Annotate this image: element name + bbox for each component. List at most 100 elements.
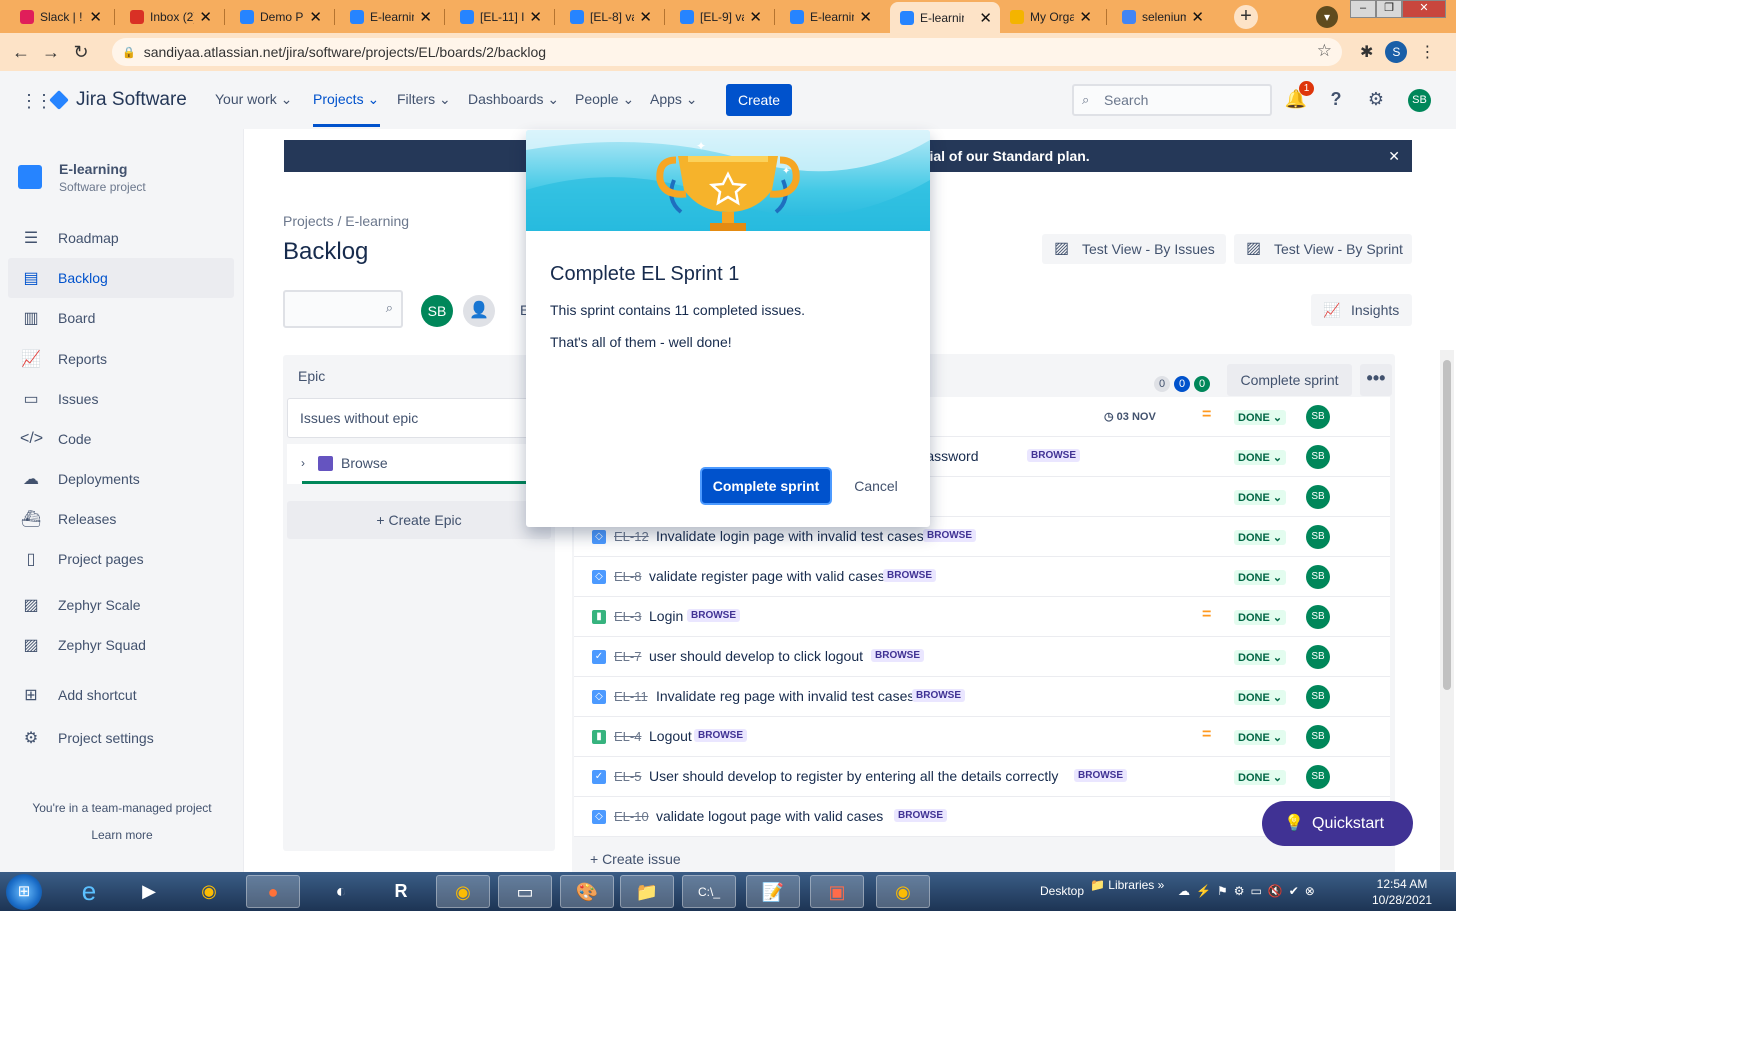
internet-explorer-icon[interactable]: e (62, 875, 116, 908)
nav-people[interactable]: People ⌄ (575, 91, 634, 108)
eclipse-icon[interactable]: ◐ (314, 875, 368, 908)
browser-tab[interactable]: Demo Pr ✕ (230, 3, 330, 31)
nav-filters[interactable]: Filters ⌄ (397, 91, 451, 108)
tab-favicon-icon (20, 10, 34, 24)
tab-separator (1106, 9, 1107, 25)
remote-desktop-icon[interactable]: ▭ (498, 875, 552, 908)
lock-icon: 🔒 (122, 46, 136, 59)
tab-favicon-icon (1122, 10, 1136, 24)
tab-close-icon[interactable]: ✕ (419, 8, 432, 26)
settings-gear-icon[interactable]: ⚙ (1364, 87, 1388, 111)
back-arrow-icon[interactable]: ← (6, 42, 36, 63)
browser-tab[interactable]: E-learnin ✕ (780, 3, 880, 31)
browser-tab[interactable]: [EL-9] va ✕ (670, 3, 770, 31)
tab-favicon-icon (570, 10, 584, 24)
tab-close-icon[interactable]: ✕ (199, 8, 212, 26)
browser-tab[interactable]: selenium ✕ (1112, 3, 1212, 31)
notepad-icon[interactable]: 📝 (746, 875, 800, 908)
tab-title: E-learnin (370, 10, 414, 24)
tab-close-icon[interactable]: ✕ (639, 8, 652, 26)
browser-tab[interactable]: [EL-11] I ✕ (450, 3, 550, 31)
r-language-icon[interactable]: R (374, 875, 428, 908)
new-tab-button[interactable]: + (1234, 5, 1258, 29)
active-nav-underline (313, 124, 380, 127)
minimize-icon[interactable]: – (1350, 0, 1376, 18)
chrome-profile-icon[interactable]: ◉ (436, 875, 490, 908)
tab-close-icon[interactable]: ✕ (1079, 8, 1092, 26)
reload-icon[interactable]: ↻ (66, 42, 96, 63)
browser-tab[interactable]: Inbox (2) ✕ (120, 3, 220, 31)
tab-separator (774, 9, 775, 25)
dialog-title: Complete EL Sprint 1 (550, 263, 740, 285)
svg-text:✦: ✦ (696, 139, 706, 153)
dialog-body-text: That's all of them - well done! (550, 334, 732, 350)
browser-menu-icon[interactable]: ⋮ (1419, 42, 1435, 62)
tab-title: selenium (1142, 10, 1186, 24)
tab-favicon-icon (900, 10, 914, 25)
tab-title: Demo Pr (260, 10, 304, 24)
jira-top-nav: ⋮⋮⋮ Jira Software Your work ⌄ Projects ⌄… (0, 71, 1456, 129)
browser-tab[interactable]: E-learnir ✕ (890, 2, 1000, 33)
libraries-toolbar[interactable]: 📁 Libraries » (1090, 878, 1164, 892)
trophy-hero-image: ✦ ✦ (526, 130, 930, 231)
help-icon[interactable]: ? (1324, 87, 1348, 111)
tab-close-icon[interactable]: ✕ (749, 8, 762, 26)
tab-separator (444, 9, 445, 25)
close-window-icon[interactable]: ✕ (1402, 0, 1446, 18)
nav-your-work[interactable]: Your work ⌄ (215, 91, 292, 108)
tab-close-icon[interactable]: ✕ (979, 9, 992, 27)
clock-date: 10/28/2021 (1372, 893, 1433, 907)
url-text: sandiyaa.atlassian.net/jira/software/pro… (143, 44, 547, 60)
browser-tab[interactable]: Slack | ! ✕ (10, 3, 110, 31)
media-player-icon[interactable]: ▶ (122, 875, 176, 908)
clock-time: 12:54 AM (1376, 877, 1428, 891)
paint-icon[interactable]: 🎨 (560, 875, 614, 908)
tab-favicon-icon (460, 10, 474, 24)
tab-close-icon[interactable]: ✕ (89, 8, 102, 26)
cancel-button[interactable]: Cancel (844, 469, 908, 503)
file-explorer-icon[interactable]: 📁 (620, 875, 674, 908)
tab-close-icon[interactable]: ✕ (529, 8, 542, 26)
restore-icon[interactable]: ❐ (1376, 0, 1402, 18)
user-avatar[interactable]: SB (1408, 89, 1431, 112)
browser-tab[interactable]: E-learnin ✕ (340, 3, 440, 31)
chrome-profile-menu-icon[interactable]: ▾ (1316, 6, 1338, 28)
tab-close-icon[interactable]: ✕ (859, 8, 872, 26)
jira-diamond-icon (49, 90, 69, 110)
browser-tab[interactable]: My Orga ✕ (1000, 3, 1100, 31)
confirm-complete-sprint-button[interactable]: Complete sprint (702, 469, 830, 503)
tab-close-icon[interactable]: ✕ (1191, 8, 1204, 26)
nav-dashboards[interactable]: Dashboards ⌄ (468, 91, 559, 108)
tab-separator (554, 9, 555, 25)
create-button[interactable]: Create (726, 84, 792, 116)
firefox-icon[interactable]: ● (246, 875, 300, 908)
trophy-icon: ✦ ✦ (526, 130, 930, 231)
tab-title: E-learnir (920, 10, 964, 25)
tab-favicon-icon (240, 10, 254, 24)
tab-separator (114, 9, 115, 25)
search-input[interactable]: ⌕ Search (1072, 84, 1272, 116)
tab-favicon-icon (790, 10, 804, 24)
forward-arrow-icon[interactable]: → (36, 42, 66, 63)
chrome-icon[interactable]: ◉ (182, 875, 236, 908)
command-prompt-icon[interactable]: C:\_ (682, 875, 736, 908)
tab-separator (664, 9, 665, 25)
office-app-icon[interactable]: ▣ (810, 875, 864, 908)
bookmark-star-icon[interactable]: ☆ (1317, 41, 1332, 61)
tab-favicon-icon (680, 10, 694, 24)
desktop-toolbar[interactable]: Desktop (1040, 884, 1084, 898)
tab-title: [EL-8] va (590, 10, 634, 24)
tab-close-icon[interactable]: ✕ (309, 8, 322, 26)
search-icon: ⌕ (1082, 92, 1090, 107)
extensions-puzzle-icon[interactable]: ✱ (1360, 42, 1373, 62)
nav-projects[interactable]: Projects ⌄ (313, 91, 379, 108)
taskbar-clock[interactable]: 12:54 AM 10/28/2021 (1372, 876, 1432, 908)
jira-logo[interactable]: Jira Software (49, 89, 187, 111)
chrome-active-icon[interactable]: ◉ (876, 875, 930, 908)
url-bar[interactable]: 🔒 sandiyaa.atlassian.net/jira/software/p… (112, 38, 1342, 66)
profile-avatar[interactable]: S (1385, 41, 1408, 63)
nav-apps[interactable]: Apps ⌄ (650, 91, 698, 108)
system-tray-icons[interactable]: ☁⚡⚑⚙▭🔇✔⊗ (1178, 884, 1321, 898)
browser-tab[interactable]: [EL-8] va ✕ (560, 3, 660, 31)
windows-start-icon[interactable]: ⊞ (6, 874, 42, 910)
